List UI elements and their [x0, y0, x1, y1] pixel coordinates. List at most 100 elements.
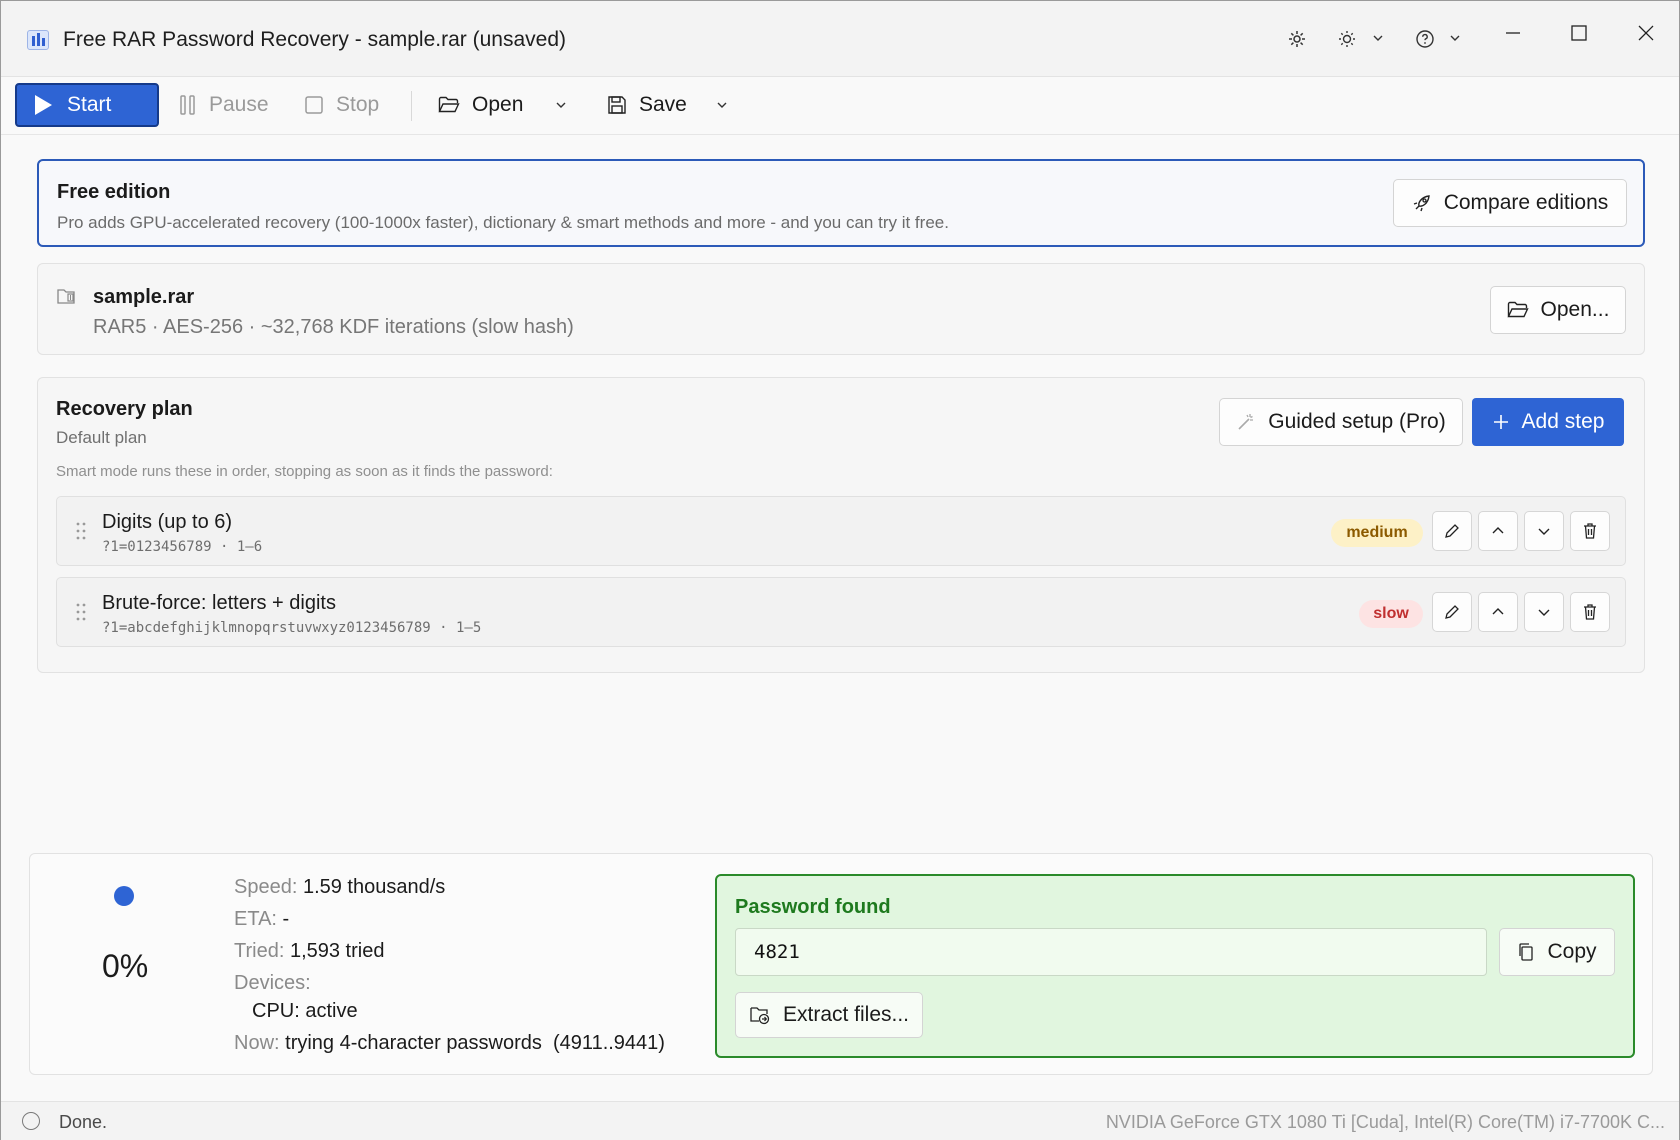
title-bar: Free RAR Password Recovery - sample.rar … — [1, 1, 1679, 77]
chevron-down-icon — [1538, 528, 1550, 535]
tried-label: Tried: — [234, 940, 285, 962]
edit-step-button[interactable] — [1432, 592, 1472, 632]
delete-step-button[interactable] — [1570, 511, 1610, 551]
help-icon[interactable] — [1413, 27, 1437, 51]
magic-wand-icon — [1238, 414, 1254, 430]
guided-setup-label: Guided setup (Pro) — [1268, 410, 1446, 433]
plan-step: Digits (up to 6) ?1=0123456789 · 1–6 med… — [56, 496, 1626, 566]
extract-files-button[interactable]: Extract files... — [735, 992, 923, 1038]
save-button[interactable]: Save — [607, 85, 687, 125]
open-label: Open — [472, 93, 524, 116]
password-field[interactable]: 4821 — [735, 928, 1487, 976]
theme-sun-icon[interactable] — [1335, 27, 1359, 51]
stop-icon — [305, 96, 323, 114]
stop-label: Stop — [336, 93, 380, 116]
eta-stat: ETA: - — [234, 908, 289, 931]
speed-badge: slow — [1359, 600, 1423, 628]
folder-extract-icon — [750, 1007, 770, 1025]
password-found-box: Password found 4821 Copy Extract files..… — [715, 874, 1635, 1058]
save-dropdown-chevron-icon[interactable] — [715, 85, 741, 125]
status-bar: Done. NVIDIA GeForce GTX 1080 Ti [Cuda],… — [1, 1101, 1679, 1140]
device-cpu: CPU: active — [252, 1000, 358, 1022]
help-chevron-down-icon[interactable] — [1448, 31, 1462, 45]
file-card: sample.rar RAR5 · AES-256 · ~32,768 KDF … — [37, 263, 1645, 355]
file-name: sample.rar — [93, 286, 195, 308]
app-logo-icon — [27, 30, 49, 50]
tried-stat: Tried: 1,593 tried — [234, 940, 384, 963]
step-title: Brute-force: letters + digits — [102, 592, 336, 614]
step-title: Digits (up to 6) — [102, 511, 233, 533]
start-button[interactable]: Start — [15, 83, 159, 127]
save-disk-icon — [608, 96, 626, 114]
add-step-button[interactable]: Add step — [1472, 398, 1624, 446]
trash-icon — [1584, 604, 1596, 620]
free-edition-description: Pro adds GPU-accelerated recovery (100-1… — [57, 213, 949, 232]
delete-step-button[interactable] — [1570, 592, 1610, 632]
drag-handle-icon[interactable] — [75, 521, 87, 546]
pause-label: Pause — [209, 93, 269, 116]
archive-file-icon — [56, 286, 76, 311]
now-label: Now: — [234, 1032, 280, 1054]
open-button[interactable]: Open — [438, 85, 523, 125]
speed-value: 1.59 thousand/s — [302, 876, 446, 898]
move-down-button[interactable] — [1524, 511, 1564, 551]
chevron-up-icon — [1492, 608, 1504, 615]
copy-icon — [1519, 943, 1534, 961]
copy-password-button[interactable]: Copy — [1499, 928, 1615, 976]
plan-subtitle: Default plan — [56, 428, 147, 447]
compare-editions-button[interactable]: Compare editions — [1393, 179, 1627, 227]
free-edition-title: Free edition — [57, 181, 171, 203]
pause-button[interactable]: Pause — [179, 85, 269, 125]
add-step-label: Add step — [1521, 410, 1605, 433]
speed-label: Speed: — [234, 876, 298, 898]
toolbar: Start Pause Stop Open Save — [1, 77, 1679, 135]
window-title: Free RAR Password Recovery - sample.rar … — [63, 28, 566, 51]
move-up-button[interactable] — [1478, 592, 1518, 632]
status-text: Done. — [59, 1112, 108, 1132]
plan-hint: Smart mode runs these in order, stopping… — [56, 463, 553, 480]
minimize-button[interactable] — [1493, 13, 1533, 53]
devices-stat: Devices: — [234, 972, 311, 995]
close-button[interactable] — [1626, 13, 1666, 53]
pencil-icon — [1445, 524, 1459, 538]
devices-label: Devices: — [234, 972, 311, 994]
save-label: Save — [639, 93, 687, 116]
folder-open-icon — [1506, 301, 1529, 318]
rocket-icon — [1413, 195, 1430, 212]
speed-stat: Speed: 1.59 thousand/s — [234, 876, 445, 899]
password-found-title: Password found — [735, 896, 891, 918]
toolbar-separator — [411, 91, 412, 121]
open-dropdown-chevron-icon[interactable] — [554, 85, 580, 125]
guided-setup-button[interactable]: Guided setup (Pro) — [1219, 398, 1463, 446]
progress-indicator-dot — [114, 886, 134, 906]
copy-label: Copy — [1547, 940, 1597, 963]
hardware-info: NVIDIA GeForce GTX 1080 Ti [Cuda], Intel… — [1105, 1112, 1665, 1132]
theme-chevron-down-icon[interactable] — [1371, 31, 1385, 45]
progress-percent: 0% — [102, 948, 149, 984]
folder-open-icon — [438, 96, 460, 113]
move-up-button[interactable] — [1478, 511, 1518, 551]
now-stat: Now: trying 4-character passwords (4911.… — [234, 1032, 665, 1055]
pause-icon — [180, 95, 195, 115]
start-label: Start — [67, 93, 112, 116]
now-value: trying 4-character passwords (4911..9441… — [285, 1032, 665, 1054]
file-open-label: Open... — [1540, 298, 1610, 321]
speed-badge: medium — [1331, 519, 1423, 547]
stop-button[interactable]: Stop — [304, 85, 379, 125]
edit-step-button[interactable] — [1432, 511, 1472, 551]
file-open-button[interactable]: Open... — [1490, 286, 1626, 334]
tried-value: 1,593 tried — [289, 940, 385, 962]
settings-gear-icon[interactable] — [1285, 27, 1309, 51]
maximize-button[interactable] — [1559, 13, 1599, 53]
drag-handle-icon[interactable] — [75, 602, 87, 627]
move-down-button[interactable] — [1524, 592, 1564, 632]
free-edition-banner: Free edition Pro adds GPU-accelerated re… — [37, 159, 1645, 247]
step-mask: ?1=abcdefghijklmnopqrstuvwxyz0123456789 … — [102, 620, 482, 636]
chevron-down-icon — [1538, 609, 1550, 616]
chevron-up-icon — [1492, 527, 1504, 534]
compare-editions-label: Compare editions — [1443, 191, 1609, 214]
app-window: Free RAR Password Recovery - sample.rar … — [0, 0, 1680, 1140]
eta-value: - — [282, 908, 290, 930]
pencil-icon — [1445, 605, 1459, 619]
file-details: RAR5 · AES-256 · ~32,768 KDF iterations … — [93, 316, 574, 338]
